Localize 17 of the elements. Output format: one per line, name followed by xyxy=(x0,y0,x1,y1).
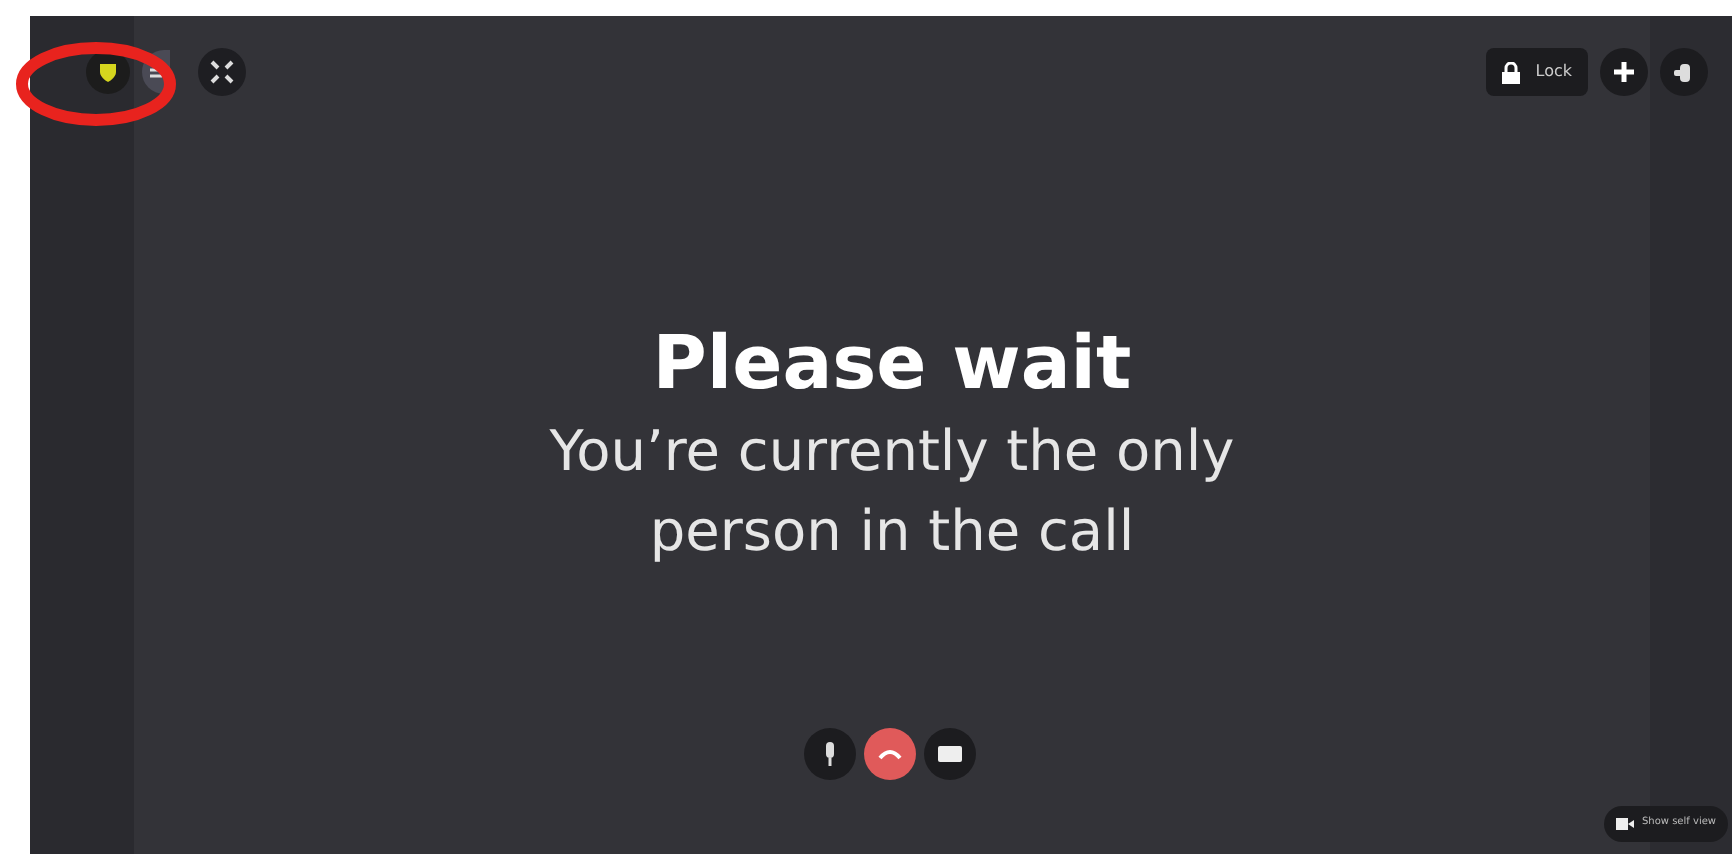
add-button[interactable] xyxy=(1600,48,1648,96)
microphone-button[interactable] xyxy=(804,728,856,780)
hang-up-button[interactable] xyxy=(864,728,916,780)
fullscreen-icon xyxy=(210,60,234,84)
phone-icon xyxy=(878,748,902,760)
microphone-icon xyxy=(824,742,836,766)
fullscreen-button[interactable] xyxy=(198,48,246,96)
camera-icon xyxy=(1615,818,1634,830)
wait-message: You’re currently the only person in the call xyxy=(547,415,1237,568)
camera-icon xyxy=(938,746,962,762)
wait-title: Please wait xyxy=(652,318,1132,411)
lock-icon xyxy=(1501,61,1520,83)
shield-icon xyxy=(96,60,120,84)
lock-button[interactable]: Lock xyxy=(1485,48,1588,96)
plus-icon xyxy=(1612,60,1636,84)
camera-button[interactable] xyxy=(924,728,976,780)
hand-icon xyxy=(1674,60,1694,84)
